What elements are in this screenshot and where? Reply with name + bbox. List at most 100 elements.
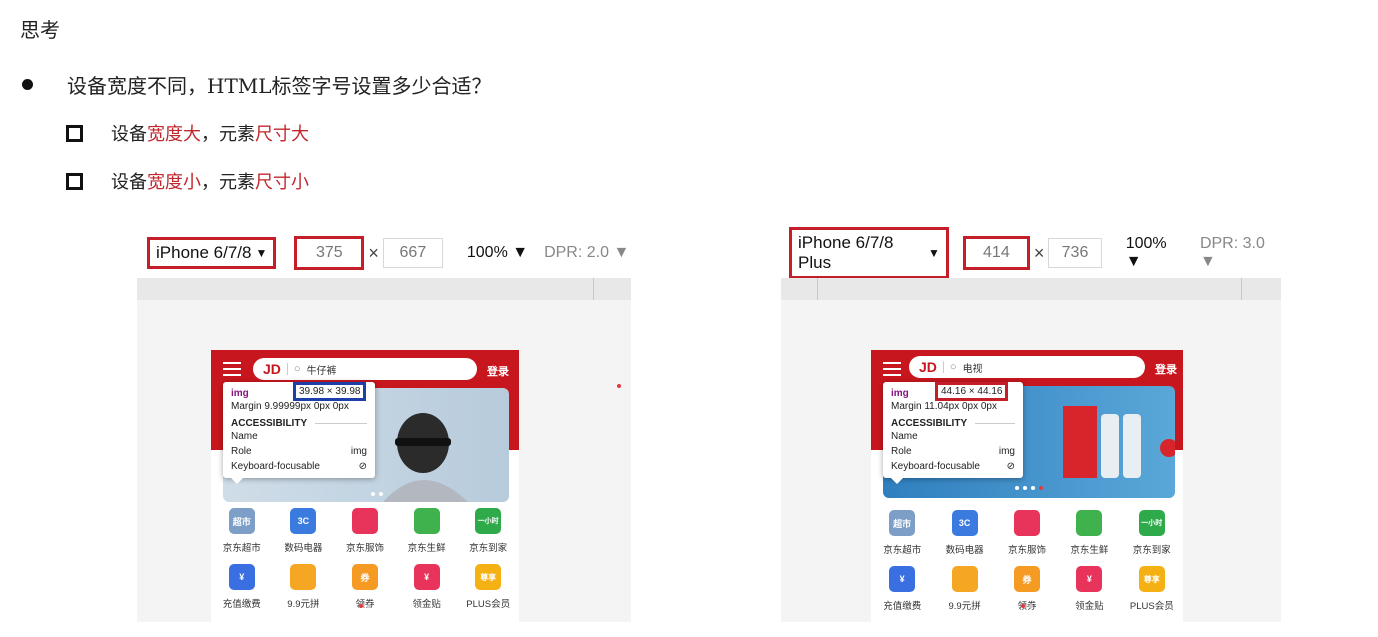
search-text: 电视	[962, 363, 983, 375]
nav-label: 京东超市	[222, 543, 261, 554]
nav-item[interactable]: 一小时 京东到家	[1121, 510, 1183, 556]
nav-grid: 超市京东超市 3C 数码电器 京东服饰 京东生鲜 一小时 京东到家 ¥ 充值缴费 9.…	[211, 508, 519, 610]
device-toolbar: iPhone 6/7/8 Plus ▼ 414 × 736 100% ▼ DPR:…	[781, 227, 1281, 279]
search-icon: ○	[949, 361, 957, 373]
zoom-select[interactable]: 100% ▼	[467, 244, 528, 262]
nav-item[interactable]: 京东服饰	[996, 510, 1058, 556]
clothing-icon	[1013, 510, 1040, 536]
tooltip-keyboard: Keyboard-focusable	[231, 461, 320, 472]
digital-icon: 3C	[290, 508, 317, 534]
point-prefix: 设备	[111, 172, 147, 193]
nav-label: PLUS会员	[1129, 601, 1174, 612]
point-mid: ，元素	[201, 172, 255, 193]
nav-label: 9.9元拼	[287, 599, 320, 610]
jd-mobile-page: JD ○ 电视 登录 img 44.16 × 44.16 Margin 11.04p…	[871, 350, 1183, 622]
zoom-value: 100%	[466, 244, 508, 261]
nav-label: 9.9元拼	[948, 601, 981, 612]
nav-item[interactable]: 一小时 京东到家	[457, 508, 519, 554]
nav-item[interactable]: 尊享 PLUS会员	[457, 564, 519, 610]
search-icon: ○	[293, 363, 301, 375]
touch-cursor	[617, 384, 621, 388]
fresh-food-icon	[1076, 510, 1103, 536]
element-inspector-tooltip: img 39.98 × 39.98 Margin 9.99999px 0px 0…	[223, 382, 375, 484]
element-inspector-tooltip: img 44.16 × 44.16 Margin 11.04px 0px 0px…	[883, 382, 1023, 484]
recharge-icon: ¥	[889, 566, 916, 592]
nav-label: 充值缴费	[222, 599, 261, 610]
nav-item[interactable]: 京东服饰	[334, 508, 396, 554]
jd-mobile-page: JD ○ 牛仔裤 登录 img 39.98 × 39.98 Margin 9.999…	[211, 350, 519, 622]
delivery-icon: 一小时	[475, 508, 502, 534]
search-bar[interactable]: JD ○ 电视	[909, 356, 1145, 378]
square-bullet-icon	[66, 124, 83, 142]
nav-item[interactable]: ¥ 充值缴费	[871, 566, 933, 612]
dpr-select[interactable]: DPR: 3.0 ▼	[1200, 235, 1281, 271]
page-indicator	[1021, 604, 1033, 608]
square-bullet-icon	[66, 172, 83, 190]
dpr-value: DPR: 2.0	[544, 244, 609, 261]
nav-label: 领金贴	[412, 599, 441, 610]
tooltip-role-label: Role	[891, 446, 912, 457]
dpr-value: DPR: 3.0	[1199, 235, 1265, 252]
nav-item[interactable]: ¥ 领金贴	[396, 564, 458, 610]
plus-member-icon: 尊享	[475, 564, 502, 590]
times-sign: ×	[368, 242, 379, 263]
point-prefix: 设备	[111, 124, 147, 145]
question-item: 设备宽度不同，HTML标签字号设置多少合适？	[22, 70, 492, 99]
nav-item[interactable]: ¥ 充值缴费	[211, 564, 273, 610]
device-emulator-left: iPhone 6/7/8 ▼ 375 × 667 100% ▼ DPR: 2.0 …	[137, 228, 631, 622]
tooltip-keyboard: Keyboard-focusable	[891, 461, 980, 472]
jd-logo: JD	[263, 361, 281, 377]
supermarket-icon: 超市	[889, 510, 916, 536]
nav-label: 京东生鲜	[407, 543, 446, 554]
times-sign: ×	[1033, 242, 1045, 263]
group-buy-icon	[951, 566, 978, 592]
nav-item[interactable]: 京东生鲜	[396, 508, 458, 554]
height-input[interactable]: 667	[382, 238, 443, 268]
plus-member-icon: 尊享	[1138, 566, 1165, 592]
nav-item[interactable]: ¥ 领金贴	[1058, 566, 1120, 612]
nav-label: 京东服饰	[345, 543, 384, 554]
tooltip-role-value: img	[350, 446, 367, 457]
nav-item[interactable]: 京东生鲜	[1058, 510, 1120, 556]
recharge-icon: ¥	[228, 564, 255, 590]
viewport: JD ○ 电视 登录 img 44.16 × 44.16 Margin 11.04p…	[781, 300, 1281, 622]
tooltip-accessibility: ACCESSIBILITY	[231, 418, 367, 429]
zoom-select[interactable]: 100% ▼	[1126, 235, 1184, 271]
point-mid: ，元素	[201, 124, 255, 145]
tooltip-tag: img	[231, 388, 249, 399]
nav-item[interactable]: 3C 数码电器	[933, 510, 995, 556]
search-bar[interactable]: JD ○ 牛仔裤	[253, 358, 477, 380]
nav-item[interactable]: 超市 京东超市	[211, 508, 273, 554]
size-readout: 44.16 × 44.16	[935, 382, 1009, 401]
nav-item[interactable]: 尊享 PLUS会员	[1121, 566, 1183, 612]
menu-icon[interactable]	[223, 362, 241, 380]
media-query-ruler	[137, 278, 631, 300]
width-input[interactable]: 375	[294, 236, 365, 270]
point-highlight: 尺寸小	[255, 172, 309, 193]
nav-label: 充值缴费	[883, 601, 922, 612]
login-link[interactable]: 登录	[1155, 361, 1177, 377]
question-text: 设备宽度不同，HTML标签字号设置多少合适？	[67, 74, 492, 98]
coupon-icon: 券	[351, 564, 378, 590]
delivery-icon: 一小时	[1138, 510, 1165, 536]
nav-label: 京东服饰	[1007, 545, 1046, 556]
supermarket-icon: 超市	[228, 508, 255, 534]
menu-icon[interactable]	[883, 362, 901, 380]
login-link[interactable]: 登录	[487, 363, 509, 379]
bullet-dot-icon	[22, 79, 33, 90]
nav-label: PLUS会员	[466, 599, 511, 610]
device-select[interactable]: iPhone 6/7/8 ▼	[147, 237, 277, 269]
nav-item[interactable]: 9.9元拼	[933, 566, 995, 612]
nav-item[interactable]: 超市 京东超市	[871, 510, 933, 556]
nav-item[interactable]: 9.9元拼	[273, 564, 335, 610]
device-name: iPhone 6/7/8	[156, 243, 252, 262]
dpr-select[interactable]: DPR: 2.0 ▼	[544, 244, 629, 262]
height-input[interactable]: 736	[1048, 238, 1102, 268]
zoom-value: 100%	[1125, 235, 1167, 252]
nav-item[interactable]: 3C 数码电器	[273, 508, 335, 554]
nav-label: 数码电器	[284, 543, 323, 554]
digital-icon: 3C	[951, 510, 978, 536]
device-select[interactable]: iPhone 6/7/8 Plus ▼	[789, 227, 949, 279]
width-input[interactable]: 414	[962, 236, 1030, 270]
dropdown-arrow-icon: ▼	[928, 246, 940, 260]
